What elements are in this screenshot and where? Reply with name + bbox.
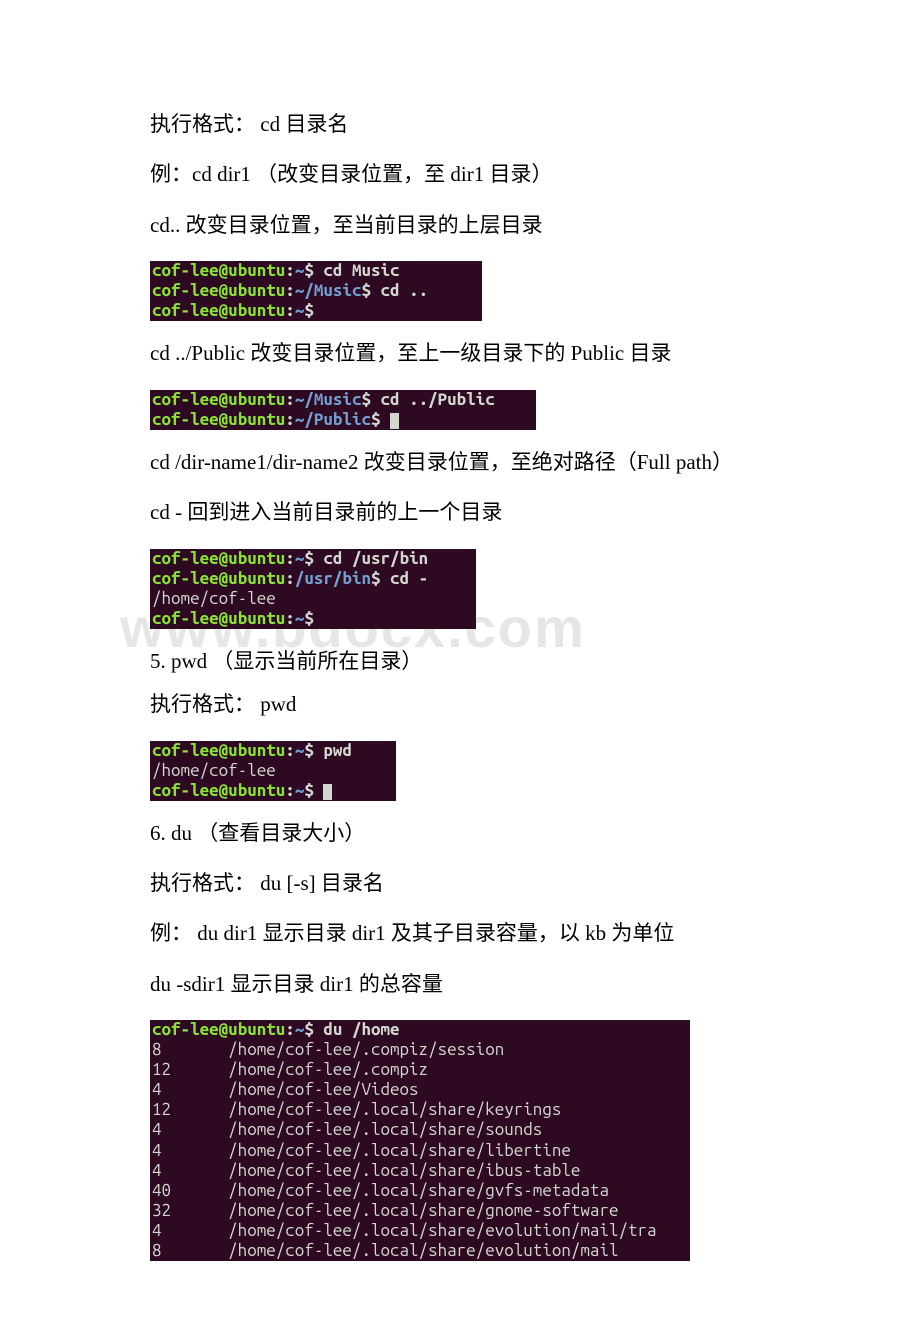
body-text: 例： du dir1 显示目录 dir1 及其子目录容量，以 kb 为单位 (150, 919, 770, 948)
terminal-block-cd-music: cof-lee@ubuntu:~$ cd Music cof-lee@ubunt… (150, 261, 482, 321)
body-text: 5. pwd （显示当前所在目录） (150, 647, 770, 676)
body-text: 执行格式： du [-s] 目录名 (150, 869, 770, 898)
body-text: 执行格式： cd 目录名 (150, 110, 770, 139)
terminal-block-cd-usrbin: cof-lee@ubuntu:~$ cd /usr/bin cof-lee@ub… (150, 549, 476, 629)
body-text: cd.. 改变目录位置，至当前目录的上层目录 (150, 211, 770, 240)
terminal-block-du: cof-lee@ubuntu:~$ du /home 8 /home/cof-l… (150, 1020, 690, 1261)
body-text: cd - 回到进入当前目录前的上一个目录 (150, 498, 770, 527)
body-text: cd /dir-name1/dir-name2 改变目录位置，至绝对路径（Ful… (150, 448, 770, 477)
terminal-block-cd-public: cof-lee@ubuntu:~/Music$ cd ../Public cof… (150, 390, 536, 430)
body-text: 执行格式： pwd (150, 690, 770, 719)
body-text: cd ../Public 改变目录位置，至上一级目录下的 Public 目录 (150, 339, 770, 368)
terminal-block-pwd: cof-lee@ubuntu:~$ pwd /home/cof-lee cof-… (150, 741, 396, 801)
body-text: 例：cd dir1 （改变目录位置，至 dir1 目录） (150, 160, 770, 189)
body-text: du -sdir1 显示目录 dir1 的总容量 (150, 970, 770, 999)
cursor-icon (390, 413, 399, 429)
cursor-icon (323, 784, 332, 800)
body-text: 6. du （查看目录大小） (150, 819, 770, 848)
